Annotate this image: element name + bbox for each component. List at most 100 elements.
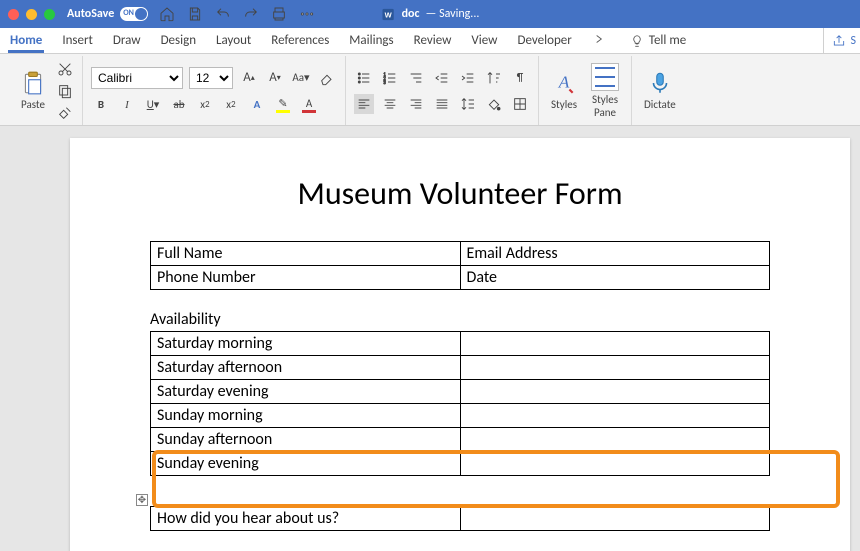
font-name-select[interactable]: Calibri — [91, 67, 183, 89]
tab-review[interactable]: Review — [414, 33, 452, 48]
window-controls — [8, 9, 55, 20]
scissors-icon — [57, 61, 73, 77]
tab-layout[interactable]: Layout — [216, 33, 251, 48]
decrease-indent-button[interactable] — [432, 68, 452, 88]
cell-full-name[interactable]: Full Name — [151, 242, 461, 266]
cut-button[interactable] — [56, 60, 74, 78]
align-right-button[interactable] — [406, 94, 426, 114]
dictate-button[interactable]: Dictate — [640, 68, 680, 113]
table-row: Saturday morning — [151, 332, 770, 356]
redo-icon[interactable] — [242, 5, 260, 23]
styles-pane-button[interactable]: Styles Pane — [587, 61, 623, 121]
align-center-button[interactable] — [380, 94, 400, 114]
share-icon — [832, 34, 846, 48]
tab-home[interactable]: Home — [10, 33, 42, 48]
underline-button[interactable]: U▾ — [143, 95, 163, 115]
save-icon[interactable] — [186, 5, 204, 23]
tab-references[interactable]: References — [271, 33, 329, 48]
font-size-select[interactable]: 12 — [189, 67, 233, 89]
share-button[interactable]: S — [823, 28, 860, 53]
change-case-button[interactable]: Aa▾ — [291, 68, 311, 88]
copy-icon — [57, 83, 73, 99]
document-heading[interactable]: Museum Volunteer Form — [150, 174, 770, 213]
multilevel-icon — [408, 70, 424, 86]
paste-button[interactable]: Paste — [16, 68, 50, 113]
document-canvas[interactable]: Museum Volunteer Form Full Name Email Ad… — [0, 126, 860, 551]
shading-button[interactable] — [484, 94, 504, 114]
svg-text:W: W — [385, 10, 393, 19]
tab-developer[interactable]: Developer — [517, 33, 571, 48]
table-row: Full Name Email Address — [151, 242, 770, 266]
hear-about-table[interactable]: How did you hear about us? — [150, 506, 770, 531]
tab-insert[interactable]: Insert — [62, 33, 93, 48]
overflow-icon[interactable] — [592, 32, 606, 50]
bold-button[interactable]: B — [91, 95, 111, 115]
copy-button[interactable] — [56, 82, 74, 100]
document-name: doc — [402, 7, 420, 21]
cell-email[interactable]: Email Address — [460, 242, 770, 266]
home-icon[interactable] — [158, 5, 176, 23]
borders-button[interactable] — [510, 94, 530, 114]
paste-icon — [20, 70, 46, 96]
undo-icon[interactable] — [214, 5, 232, 23]
tab-draw[interactable]: Draw — [113, 33, 141, 48]
align-left-button[interactable] — [354, 94, 374, 114]
styles-pane-icon — [591, 63, 619, 91]
table-row: Sunday morning — [151, 404, 770, 428]
group-paragraph: 123 ¶ — [346, 56, 539, 125]
tab-view[interactable]: View — [471, 33, 497, 48]
superscript-button[interactable]: x2 — [221, 95, 241, 115]
document-title: W doc — Saving... — [381, 7, 480, 22]
print-icon[interactable] — [270, 5, 288, 23]
minimize-window-icon[interactable] — [26, 9, 37, 20]
numbering-icon: 123 — [382, 70, 398, 86]
styles-button[interactable]: A Styles — [547, 68, 581, 113]
bullets-icon — [356, 70, 372, 86]
tab-design[interactable]: Design — [161, 33, 196, 48]
justify-button[interactable] — [432, 94, 452, 114]
contact-table[interactable]: Full Name Email Address Phone Number Dat… — [150, 241, 770, 290]
align-center-icon — [382, 96, 398, 112]
sort-button[interactable] — [484, 68, 504, 88]
increase-font-button[interactable]: A▴ — [239, 68, 259, 88]
paintbrush-icon — [57, 105, 73, 121]
ribbon: Paste Calibri 12 A▴ A▾ Aa▾ B I U▾ ab x2 — [0, 54, 860, 126]
table-move-handle-icon[interactable]: ✥ — [136, 494, 148, 506]
subscript-button[interactable]: x2 — [195, 95, 215, 115]
page[interactable]: Museum Volunteer Form Full Name Email Ad… — [70, 138, 850, 551]
bullets-button[interactable] — [354, 68, 374, 88]
autosave-toggle[interactable]: AutoSave ON — [67, 7, 148, 21]
tab-mailings[interactable]: Mailings — [349, 33, 393, 48]
more-icon[interactable] — [298, 5, 316, 23]
align-right-icon — [408, 96, 424, 112]
cell-date[interactable]: Date — [460, 266, 770, 290]
clear-formatting-button[interactable] — [317, 68, 337, 88]
font-color-button[interactable]: A — [299, 95, 319, 115]
highlight-button[interactable]: ✎ — [273, 95, 293, 115]
autosave-switch-icon[interactable]: ON — [120, 7, 148, 21]
availability-heading[interactable]: Availability — [150, 310, 770, 329]
increase-indent-button[interactable] — [458, 68, 478, 88]
decrease-font-button[interactable]: A▾ — [265, 68, 285, 88]
show-marks-button[interactable]: ¶ — [510, 68, 530, 88]
table-row: How did you hear about us? — [151, 507, 770, 531]
table-row: Sunday evening — [151, 452, 770, 476]
ribbon-tabs: Home Insert Draw Design Layout Reference… — [0, 28, 860, 54]
eraser-icon — [319, 70, 335, 86]
tell-me-search[interactable]: Tell me — [630, 33, 686, 48]
group-dictate: Dictate — [632, 56, 688, 125]
cell-phone[interactable]: Phone Number — [151, 266, 461, 290]
numbering-button[interactable]: 123 — [380, 68, 400, 88]
italic-button[interactable]: I — [117, 95, 137, 115]
cell-hear-about[interactable]: How did you hear about us? — [151, 507, 461, 531]
line-spacing-button[interactable] — [458, 94, 478, 114]
strikethrough-button[interactable]: ab — [169, 95, 189, 115]
close-window-icon[interactable] — [8, 9, 19, 20]
format-painter-button[interactable] — [56, 104, 74, 122]
table-row: Saturday evening — [151, 380, 770, 404]
availability-table[interactable]: Saturday morning Saturday afternoon Satu… — [150, 331, 770, 476]
multilevel-list-button[interactable] — [406, 68, 426, 88]
group-clipboard: Paste — [8, 56, 83, 125]
zoom-window-icon[interactable] — [44, 9, 55, 20]
text-effects-button[interactable]: A — [247, 95, 267, 115]
